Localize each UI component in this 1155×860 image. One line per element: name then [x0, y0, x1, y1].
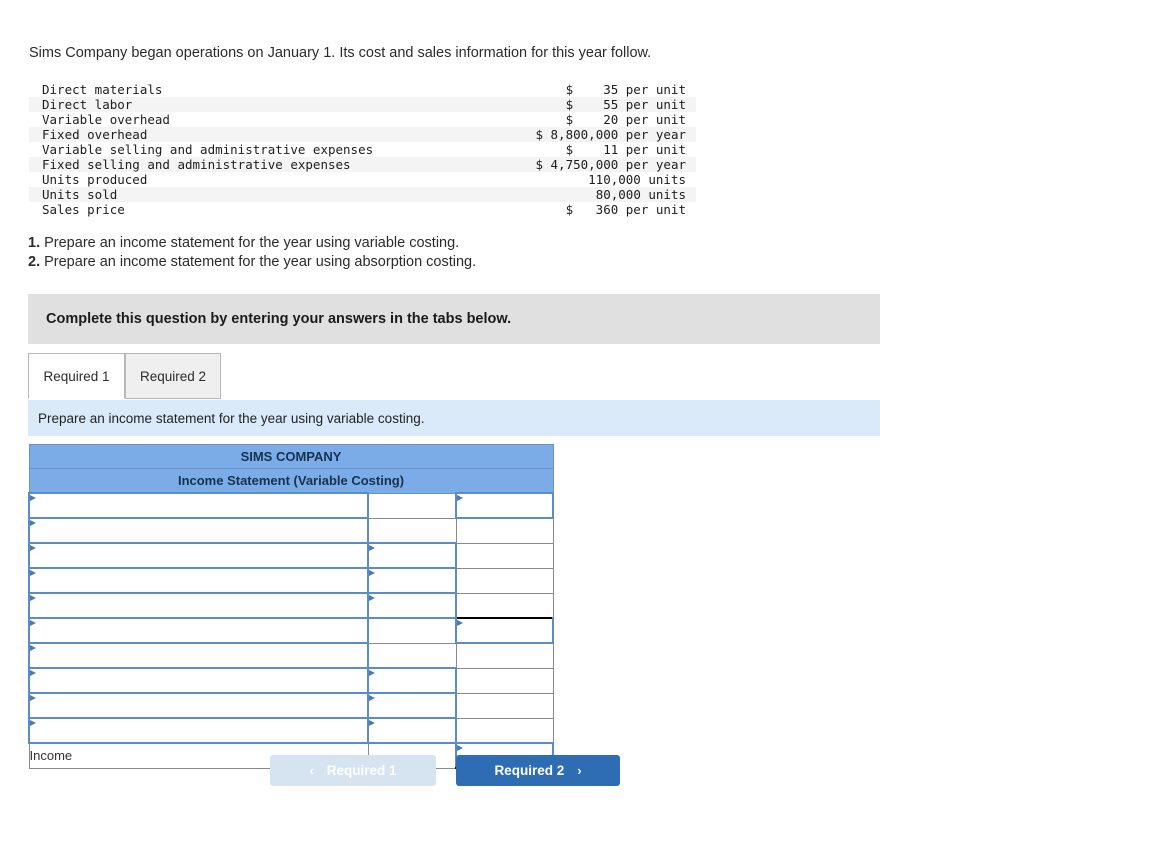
fact-value: 110,000 units — [588, 172, 686, 187]
label-input-row-8[interactable] — [28, 667, 369, 694]
fact-label: Units produced — [42, 172, 148, 187]
table-row — [28, 667, 554, 694]
amount-cell-mid-row-1 — [367, 492, 457, 519]
worksheet-statement-subtitle: Income Statement (Variable Costing) — [28, 468, 554, 494]
task-description-banner: Prepare an income statement for the year… — [28, 400, 880, 436]
label-input-row-1[interactable] — [28, 492, 369, 519]
worksheet-company-title: SIMS COMPANY — [28, 444, 554, 469]
table-row: Units sold 80,000 units — [29, 187, 696, 202]
requirement-text: Prepare an income statement for the year… — [40, 254, 477, 270]
amount-input-right-row-6[interactable] — [454, 617, 555, 644]
amount-cell-right-row-8 — [455, 667, 554, 694]
worksheet-title-row: SIMS COMPANY — [28, 444, 554, 469]
table-row: Fixed overhead $ 8,800,000 per year — [29, 127, 696, 142]
fact-value: $ 8,800,000 per year — [535, 127, 686, 142]
table-row: Variable selling and administrative expe… — [29, 142, 696, 157]
fact-value: 80,000 units — [595, 187, 686, 202]
table-row: Fixed selling and administrative expense… — [29, 157, 696, 172]
amount-cell-mid-row-2 — [367, 517, 457, 544]
table-row — [28, 492, 555, 519]
amount-input-mid-row-9[interactable] — [367, 692, 457, 719]
previous-required-button[interactable]: ‹ Required 1 — [270, 755, 436, 786]
label-input-row-3[interactable] — [28, 542, 369, 569]
tab-label: Required 1 — [43, 368, 110, 384]
amount-cell-right-row-9 — [455, 692, 554, 719]
task-description-text: Prepare an income statement for the year… — [38, 410, 425, 426]
question-page: Sims Company began operations on January… — [0, 0, 1155, 860]
table-row — [28, 717, 554, 744]
fact-label: Direct materials — [42, 82, 163, 97]
amount-input-mid-row-10[interactable] — [367, 717, 457, 744]
amount-cell-right-row-2 — [455, 517, 554, 544]
fact-value: $ 35 per unit — [565, 82, 686, 97]
requirement-text: Prepare an income statement for the year… — [40, 235, 460, 251]
fact-label: Sales price — [42, 202, 125, 217]
amount-input-mid-row-4[interactable] — [367, 567, 457, 594]
fact-label: Variable selling and administrative expe… — [42, 142, 374, 157]
tab-required-1[interactable]: Required 1 — [28, 353, 125, 399]
label-input-row-4[interactable] — [28, 567, 369, 594]
chevron-right-icon: › — [577, 763, 582, 778]
amount-input-mid-row-8[interactable] — [367, 667, 457, 694]
cost-and-sales-facts-table: Direct materials $ 35 per unit Direct la… — [29, 82, 696, 217]
facts-body: Direct materials $ 35 per unit Direct la… — [29, 82, 696, 217]
fact-value: $ 20 per unit — [565, 112, 686, 127]
amount-cell-right-row-7 — [455, 642, 554, 669]
worksheet-body: SIMS COMPANY Income Statement (Variable … — [28, 444, 555, 769]
table-row — [28, 567, 554, 594]
previous-button-label: Required 1 — [326, 763, 397, 778]
table-row: Sales price $ 360 per unit — [29, 202, 696, 217]
requirement-number: 1. — [28, 235, 41, 251]
tab-label: Required 2 — [139, 368, 207, 384]
table-row — [28, 617, 555, 644]
fact-value: $ 360 per unit — [565, 202, 686, 217]
label-input-row-6[interactable] — [28, 617, 369, 644]
amount-cell-right-row-5 — [455, 592, 554, 619]
fact-label: Fixed overhead — [42, 127, 148, 142]
table-row: Direct labor $ 55 per unit — [29, 97, 696, 112]
label-input-row-9[interactable] — [28, 692, 369, 719]
amount-input-mid-row-3[interactable] — [367, 542, 457, 569]
instruction-banner-text: Complete this question by entering your … — [46, 311, 512, 327]
table-row — [28, 517, 554, 544]
amount-input-right-row-1[interactable] — [454, 492, 555, 519]
requirement-item-1: 1. Prepare an income statement for the y… — [28, 234, 476, 253]
tab-required-2[interactable]: Required 2 — [125, 353, 221, 399]
fact-label: Variable overhead — [42, 112, 170, 127]
label-input-row-2[interactable] — [28, 517, 369, 544]
fact-label: Units sold — [42, 187, 118, 202]
table-row — [28, 542, 554, 569]
fact-label: Fixed selling and administrative expense… — [42, 157, 351, 172]
amount-cell-mid-row-6 — [367, 617, 457, 644]
instruction-banner: Complete this question by entering your … — [28, 294, 880, 344]
requirement-number: 2. — [28, 254, 41, 270]
amount-cell-mid-row-7 — [367, 642, 457, 669]
requirement-item-2: 2. Prepare an income statement for the y… — [28, 253, 476, 272]
next-required-button[interactable]: Required 2 › — [456, 755, 620, 786]
table-row: Units produced 110,000 units — [29, 172, 696, 187]
table-row: Direct materials $ 35 per unit — [29, 82, 696, 97]
next-button-label: Required 2 — [494, 763, 565, 778]
amount-cell-right-row-10 — [455, 717, 554, 744]
fact-label: Direct labor — [42, 97, 133, 112]
fact-value: $ 11 per unit — [565, 142, 686, 157]
label-input-row-5[interactable] — [28, 592, 369, 619]
amount-input-mid-row-5[interactable] — [367, 592, 457, 619]
table-row — [28, 642, 554, 669]
amount-cell-right-row-3 — [455, 542, 554, 569]
page-intro-text: Sims Company began operations on January… — [29, 45, 652, 61]
label-input-row-7[interactable] — [28, 642, 369, 669]
requirements-list: 1. Prepare an income statement for the y… — [28, 234, 476, 272]
amount-cell-right-row-4 — [455, 567, 554, 594]
chevron-left-icon: ‹ — [309, 763, 314, 778]
worksheet-subtitle-row: Income Statement (Variable Costing) — [28, 468, 554, 494]
table-row: Variable overhead $ 20 per unit — [29, 112, 696, 127]
tab-strip: Required 1 Required 2 — [28, 353, 880, 400]
income-statement-worksheet: SIMS COMPANY Income Statement (Variable … — [28, 444, 555, 769]
label-input-row-10[interactable] — [28, 717, 369, 744]
table-row — [28, 692, 554, 719]
fact-value: $ 4,750,000 per year — [535, 157, 686, 172]
table-row — [28, 592, 554, 619]
fact-value: $ 55 per unit — [565, 97, 686, 112]
